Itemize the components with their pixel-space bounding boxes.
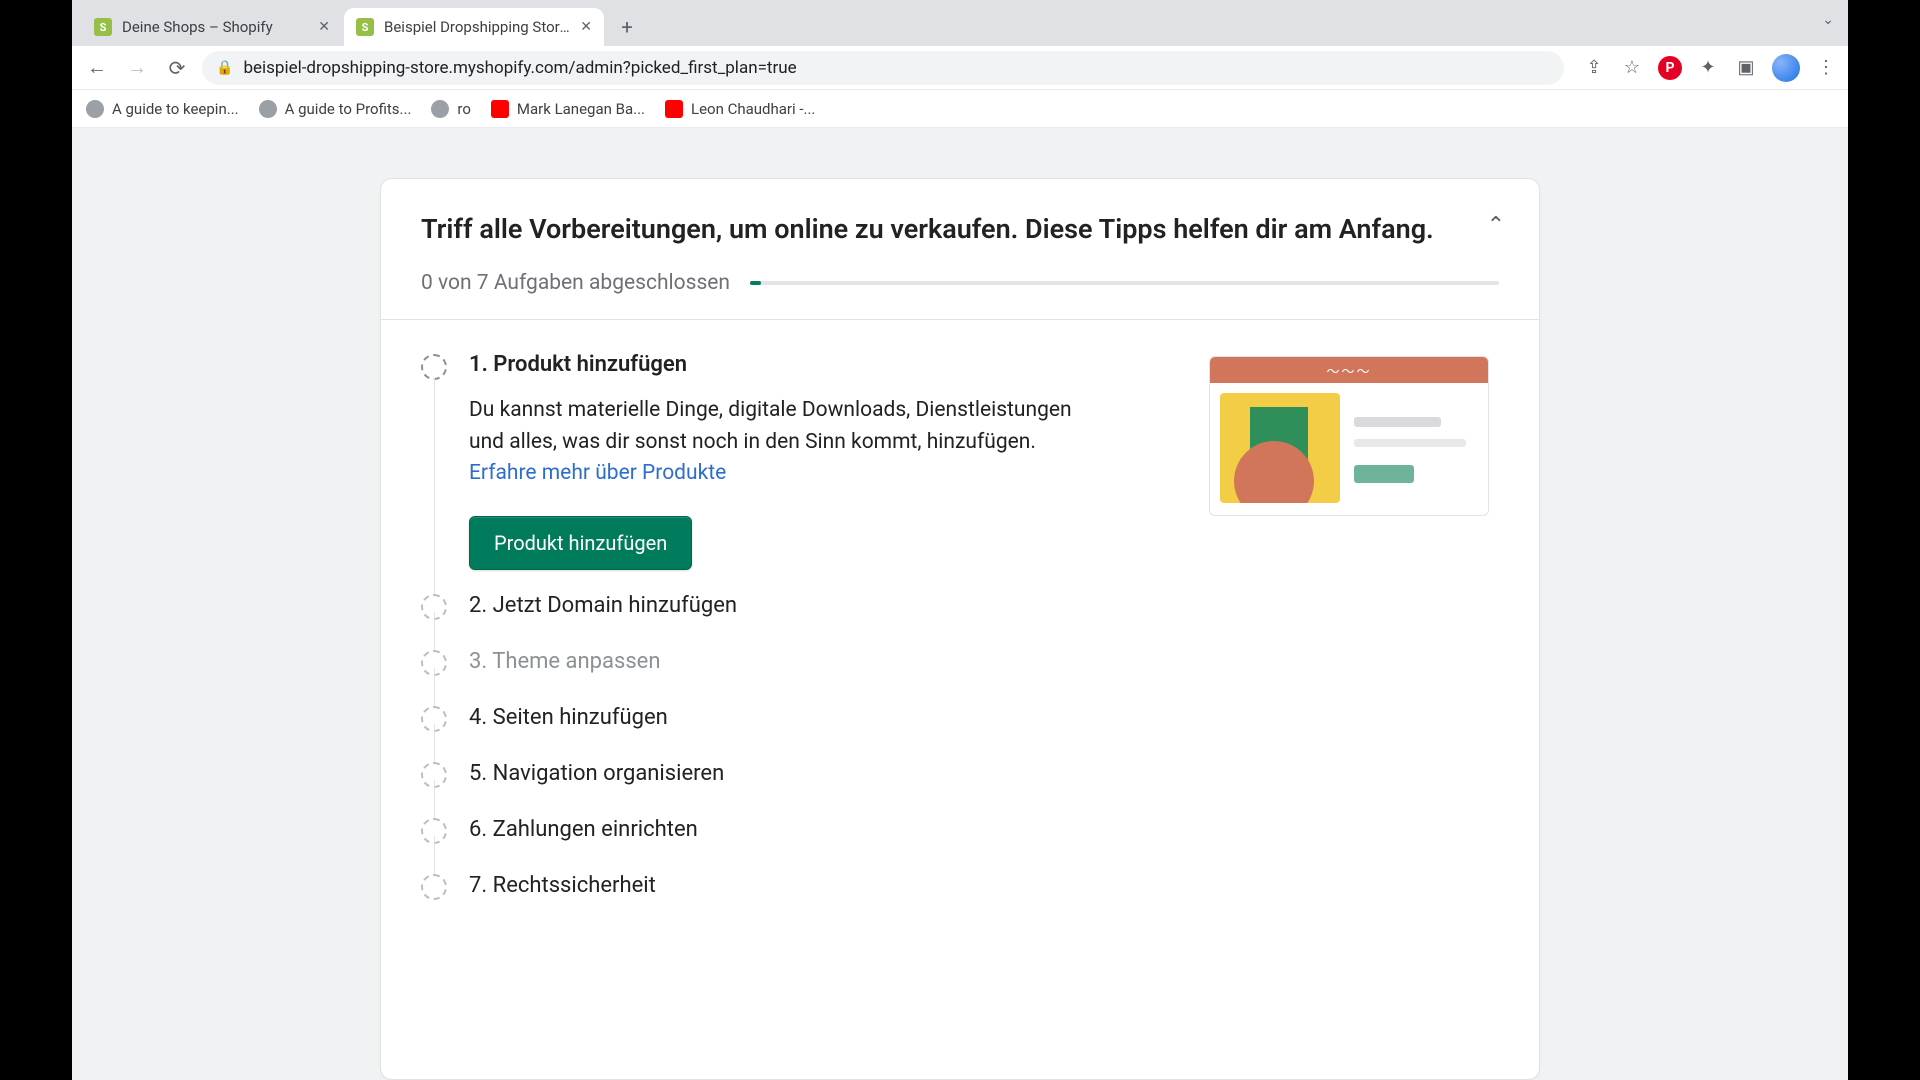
- browser-tab[interactable]: Deine Shops – Shopify ✕: [82, 8, 342, 46]
- new-tab-button[interactable]: +: [612, 12, 642, 42]
- step-description: Du kannst materielle Dinge, digitale Dow…: [469, 395, 1089, 490]
- browser-tab[interactable]: Beispiel Dropshipping Store · H ✕: [344, 8, 604, 46]
- share-icon[interactable]: ⇪: [1582, 56, 1606, 80]
- steps-list: 1. Produkt hinzufügen Du kannst materiel…: [381, 320, 1539, 914]
- bookmark-item[interactable]: Leon Chaudhari -...: [665, 100, 815, 118]
- forward-button: →: [122, 53, 152, 83]
- pinterest-extension-icon[interactable]: P: [1658, 56, 1682, 80]
- kebab-menu-icon[interactable]: ⋮: [1814, 56, 1838, 80]
- progress-fill: [750, 281, 761, 285]
- shopify-favicon: [94, 18, 112, 36]
- bookmark-item[interactable]: Mark Lanegan Ba...: [491, 100, 645, 118]
- setup-guide-card: Triff alle Vorbereitungen, um online zu …: [380, 178, 1540, 1080]
- lock-icon: 🔒: [216, 60, 233, 76]
- learn-more-link[interactable]: Erfahre mehr über Produkte: [469, 461, 726, 485]
- bookmark-star-icon[interactable]: ☆: [1620, 56, 1644, 80]
- close-icon[interactable]: ✕: [318, 19, 330, 35]
- profile-avatar[interactable]: [1772, 54, 1800, 82]
- page-content: Triff alle Vorbereitungen, um online zu …: [72, 128, 1848, 1080]
- favicon: [86, 100, 104, 118]
- step-connector: [434, 378, 435, 598]
- progress-row: 0 von 7 Aufgaben abgeschlossen: [381, 271, 1539, 319]
- address-bar[interactable]: 🔒 beispiel-dropshipping-store.myshopify.…: [202, 51, 1564, 85]
- step-add-product: 1. Produkt hinzufügen Du kannst materiel…: [421, 344, 1499, 578]
- sidepanel-icon[interactable]: ▣: [1734, 56, 1758, 80]
- card-title: Triff alle Vorbereitungen, um online zu …: [421, 211, 1499, 247]
- tab-title: Beispiel Dropshipping Store · H: [384, 18, 572, 36]
- youtube-favicon: [665, 100, 683, 118]
- progress-bar: [750, 281, 1499, 285]
- step-add-pages[interactable]: 4. Seiten hinzufügen: [421, 690, 1499, 746]
- step-title[interactable]: 2. Jetzt Domain hinzufügen: [469, 593, 1499, 618]
- tab-title: Deine Shops – Shopify: [122, 18, 310, 36]
- step-title[interactable]: 6. Zahlungen einrichten: [469, 817, 1499, 842]
- bookmark-item[interactable]: A guide to keepin...: [86, 100, 239, 118]
- bookmarks-bar: A guide to keepin... A guide to Profits.…: [72, 90, 1848, 128]
- shopify-favicon: [356, 18, 374, 36]
- step-add-domain[interactable]: 2. Jetzt Domain hinzufügen: [421, 578, 1499, 634]
- favicon: [431, 100, 449, 118]
- step-title[interactable]: 3. Theme anpassen: [469, 649, 1499, 674]
- youtube-favicon: [491, 100, 509, 118]
- step-organize-navigation[interactable]: 5. Navigation organisieren: [421, 746, 1499, 802]
- url-text: beispiel-dropshipping-store.myshopify.co…: [243, 58, 796, 78]
- step-illustration: ～～～: [1199, 352, 1499, 570]
- bookmark-item[interactable]: ro: [431, 100, 471, 118]
- step-title[interactable]: 1. Produkt hinzufügen: [469, 352, 1177, 377]
- chevron-up-icon[interactable]: ⌃: [1487, 213, 1505, 238]
- tabs-dropdown-icon[interactable]: ⌄: [1822, 12, 1834, 28]
- step-marker-icon[interactable]: [421, 874, 447, 900]
- reload-button[interactable]: ⟳: [162, 53, 192, 83]
- bookmark-item[interactable]: A guide to Profits...: [259, 100, 412, 118]
- step-setup-payments[interactable]: 6. Zahlungen einrichten: [421, 802, 1499, 858]
- step-title[interactable]: 7. Rechtssicherheit: [469, 873, 1499, 898]
- back-button[interactable]: ←: [82, 53, 112, 83]
- progress-text: 0 von 7 Aufgaben abgeschlossen: [421, 271, 730, 295]
- add-product-button[interactable]: Produkt hinzufügen: [469, 516, 692, 570]
- step-customize-theme[interactable]: 3. Theme anpassen: [421, 634, 1499, 690]
- step-title[interactable]: 4. Seiten hinzufügen: [469, 705, 1499, 730]
- step-legal[interactable]: 7. Rechtssicherheit: [421, 858, 1499, 914]
- close-icon[interactable]: ✕: [580, 19, 592, 35]
- browser-tabstrip: Deine Shops – Shopify ✕ Beispiel Dropshi…: [72, 0, 1848, 46]
- extensions-icon[interactable]: ✦: [1696, 56, 1720, 80]
- browser-toolbar: ← → ⟳ 🔒 beispiel-dropshipping-store.mysh…: [72, 46, 1848, 90]
- step-marker-icon[interactable]: [421, 354, 447, 380]
- step-title[interactable]: 5. Navigation organisieren: [469, 761, 1499, 786]
- favicon: [259, 100, 277, 118]
